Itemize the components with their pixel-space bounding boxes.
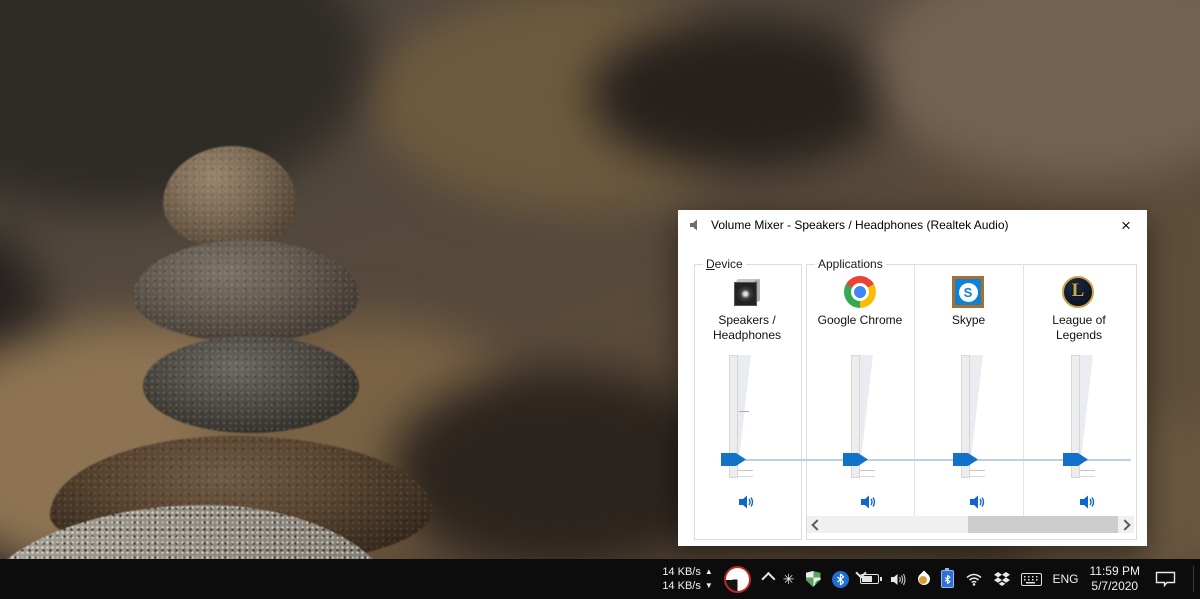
column-divider (1023, 264, 1024, 517)
upload-arrow-icon: ▲ (705, 565, 713, 579)
volume-icon[interactable] (890, 572, 907, 587)
slider-tick (970, 470, 985, 471)
scroll-left-arrow[interactable] (807, 516, 824, 533)
zen-stone-top (163, 146, 297, 250)
device-group-label: Device (703, 257, 746, 271)
mute-button-skype[interactable] (969, 493, 987, 511)
slider-tick (860, 470, 875, 471)
show-desktop-edge[interactable] (1193, 566, 1194, 592)
clock-date: 5/7/2020 (1090, 579, 1140, 594)
battery-icon[interactable] (860, 574, 879, 584)
download-arrow-icon: ▼ (705, 579, 713, 593)
hidden-icons-chevron[interactable] (762, 574, 772, 584)
window-title: Volume Mixer - Speakers / Headphones (Re… (711, 218, 1009, 232)
speakers-device-icon (731, 276, 763, 308)
mute-button-chrome[interactable] (860, 493, 878, 511)
mute-button-speakers[interactable] (738, 493, 756, 511)
windows-security-icon[interactable]: ✓ (806, 571, 821, 587)
channel-name-speakers: Speakers / Headphones (696, 313, 798, 343)
applications-scrollbar[interactable] (807, 516, 1134, 533)
volume-mixer-window: Volume Mixer - Speakers / Headphones (Re… (678, 210, 1147, 546)
league-of-legends-icon: L (1062, 276, 1094, 308)
touch-keyboard-icon[interactable] (1021, 573, 1042, 586)
system-tray: 14 KB/s▲ 14 KB/s▼ ✳ ✓ (662, 564, 1200, 594)
column-divider (914, 264, 915, 517)
water-drop-icon[interactable] (918, 573, 930, 585)
scroll-right-arrow[interactable] (1117, 516, 1134, 533)
google-chrome-icon (844, 276, 876, 308)
titlebar[interactable]: Volume Mixer - Speakers / Headphones (Re… (678, 210, 1147, 240)
close-button[interactable]: × (1113, 213, 1139, 237)
taskbar[interactable]: 14 KB/s▲ 14 KB/s▼ ✳ ✓ (0, 559, 1200, 599)
scrollbar-thumb[interactable] (968, 516, 1118, 533)
slider-tick (738, 476, 753, 477)
channel-name-chrome: Google Chrome (808, 313, 912, 328)
language-indicator[interactable]: ENG (1053, 572, 1079, 586)
taskbar-clock[interactable]: 11:59 PM 5/7/2020 (1090, 564, 1140, 594)
pie-timer-icon[interactable] (724, 566, 751, 593)
zen-stone-third (143, 336, 359, 433)
bluetooth-icon[interactable] (832, 571, 849, 588)
channel-name-skype: Skype (916, 313, 1021, 328)
applications-group-label: Applications (815, 257, 886, 271)
sparkle-icon[interactable]: ✳ (783, 572, 795, 586)
mute-button-lol[interactable] (1079, 493, 1097, 511)
speaker-title-icon (688, 217, 704, 233)
action-center-icon[interactable] (1155, 571, 1176, 587)
slider-tick (1080, 470, 1095, 471)
slider-tick (970, 476, 985, 477)
slider-tick (739, 411, 749, 412)
channel-name-lol: League of Legends (1025, 313, 1133, 343)
screen: Volume Mixer - Speakers / Headphones (Re… (0, 0, 1200, 599)
bluetooth-battery-icon[interactable] (941, 570, 954, 588)
skype-icon: S (952, 276, 984, 308)
dropbox-icon[interactable] (994, 572, 1010, 587)
slider-tick (738, 470, 753, 471)
slider-tick (860, 476, 875, 477)
wifi-icon[interactable] (965, 572, 983, 586)
slider-tick (1080, 476, 1095, 477)
zen-stone-second (133, 240, 359, 342)
clock-time: 11:59 PM (1090, 564, 1140, 579)
network-speed-indicator[interactable]: 14 KB/s▲ 14 KB/s▼ (662, 565, 712, 593)
